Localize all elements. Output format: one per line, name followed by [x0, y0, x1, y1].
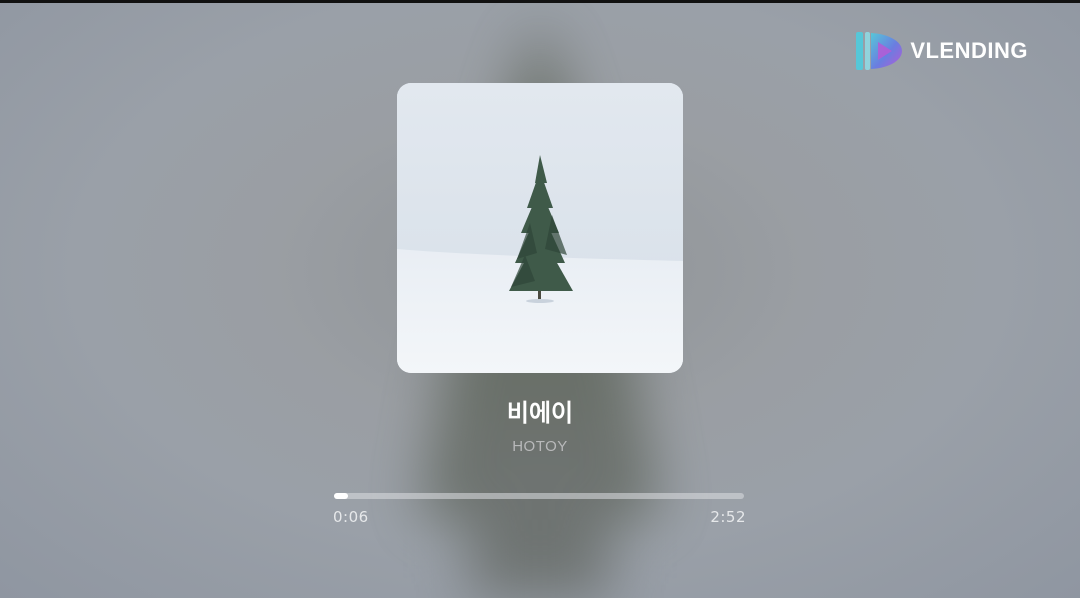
player-screen: VLENDING 비에이 HOTOY 0:06 2:52: [0, 0, 1080, 598]
total-time: 2:52: [710, 508, 746, 526]
album-art[interactable]: [397, 83, 683, 373]
progress-bar[interactable]: [334, 493, 744, 499]
winter-tree-album-art: [397, 83, 683, 373]
brand-name: VLENDING: [910, 38, 1028, 63]
song-title: 비에이: [506, 399, 574, 427]
artist-name: HOTOY: [512, 438, 568, 455]
brand-logo: VLENDING: [854, 30, 1028, 72]
elapsed-time: 0:06: [333, 508, 369, 526]
vlending-play-logo-icon: [856, 32, 903, 70]
progress-fill: [334, 493, 349, 499]
